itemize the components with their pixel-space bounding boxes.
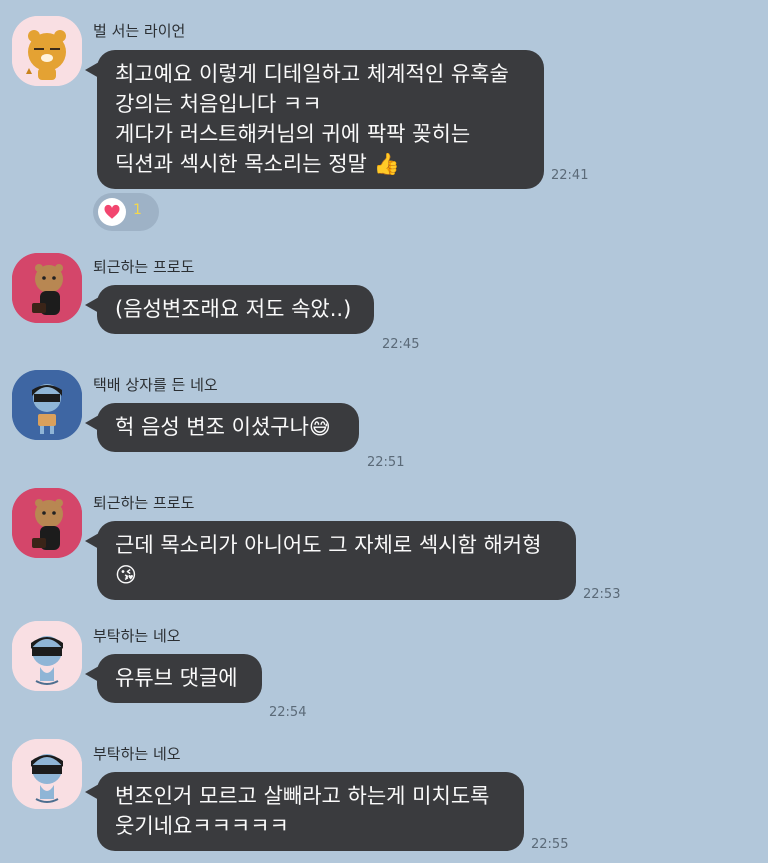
frodo-character-icon: [12, 488, 82, 558]
avatar[interactable]: [12, 621, 82, 691]
sender-name: 부탁하는 네오: [93, 745, 181, 763]
message-bubble[interactable]: 근데 목소리가 아니어도 그 자체로 섹시함 해커형 😘: [85, 521, 576, 600]
message-time: 22:55: [531, 837, 569, 852]
message-bubble[interactable]: 최고예요 이렇게 디테일하고 체계적인 유혹술 강의는 처음입니다 ㅋㅋ 게다가…: [85, 50, 544, 189]
message-line: 유튜브 댓글에: [115, 666, 238, 690]
message-line: 😘: [115, 563, 137, 587]
sender-name: 퇴근하는 프로도: [93, 494, 195, 512]
message-time: 22:54: [269, 705, 307, 720]
message-bubble[interactable]: (음성변조래요 저도 속았..): [85, 285, 374, 334]
message-time: 22:53: [583, 587, 621, 602]
avatar[interactable]: [12, 253, 82, 323]
message-time: 22:45: [382, 337, 420, 352]
heart-icon: [98, 198, 126, 226]
reaction-count: 1: [133, 202, 142, 218]
avatar[interactable]: [12, 370, 82, 440]
neo-character-icon: [12, 370, 82, 440]
neo-character-icon: [12, 739, 82, 809]
reaction-badge[interactable]: 1: [93, 193, 159, 231]
sender-name: 퇴근하는 프로도: [93, 258, 195, 276]
message-line: 딕션과 섹시한 목소리는 정말 👍: [115, 152, 400, 176]
sender-name: 부탁하는 네오: [93, 627, 181, 645]
message-bubble[interactable]: 헉 음성 변조 이셨구나😅: [85, 403, 359, 452]
avatar[interactable]: [12, 488, 82, 558]
message-line: (음성변조래요 저도 속았..): [115, 297, 352, 321]
message-time: 22:41: [551, 168, 589, 183]
avatar[interactable]: [12, 739, 82, 809]
ryan-character-icon: [12, 16, 82, 86]
message-line: 헉 음성 변조 이셨구나😅: [115, 415, 331, 439]
message-bubble[interactable]: 유튜브 댓글에: [85, 654, 262, 703]
message-line: 변조인거 모르고 살빼라고 하는게 미치도록: [115, 784, 490, 808]
message-line: 강의는 처음입니다 ㅋㅋ: [115, 92, 322, 116]
message-line: 웃기네요ㅋㅋㅋㅋㅋ: [115, 814, 289, 838]
message-line: 근데 목소리가 아니어도 그 자체로 섹시함 해커형: [115, 533, 542, 557]
message-time: 22:51: [367, 455, 405, 470]
sender-name: 벌 서는 라이언: [93, 22, 186, 40]
message-line: 최고예요 이렇게 디테일하고 체계적인 유혹술: [115, 62, 509, 86]
frodo-character-icon: [12, 253, 82, 323]
message-line: 게다가 러스트해커님의 귀에 팍팍 꽂히는: [115, 122, 471, 146]
sender-name: 택배 상자를 든 네오: [93, 376, 218, 394]
neo-character-icon: [12, 621, 82, 691]
avatar[interactable]: [12, 16, 82, 86]
message-bubble[interactable]: 변조인거 모르고 살빼라고 하는게 미치도록 웃기네요ㅋㅋㅋㅋㅋ: [85, 772, 524, 851]
